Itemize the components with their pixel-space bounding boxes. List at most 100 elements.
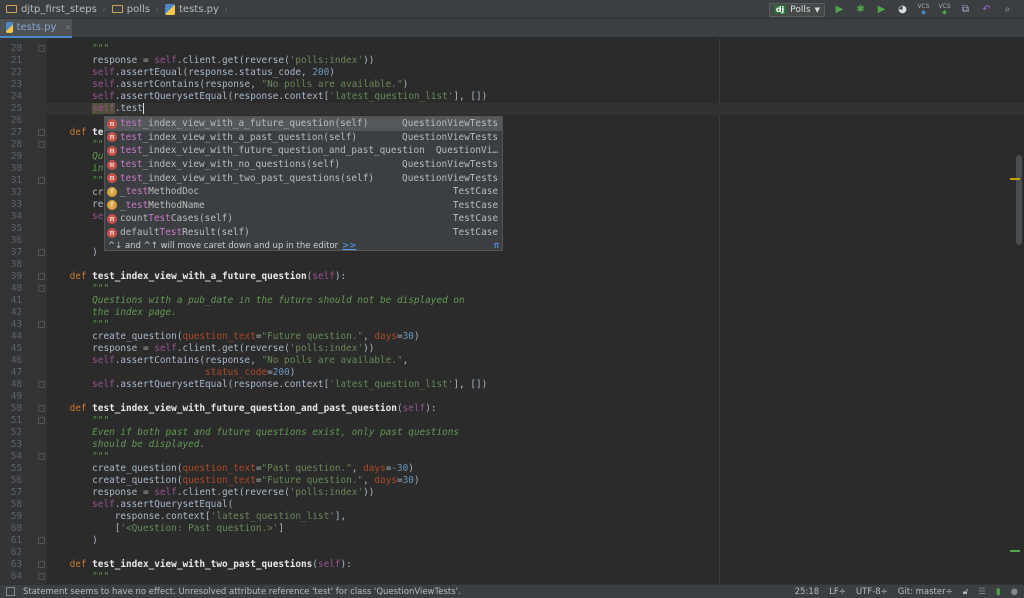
fold-marker-icon[interactable] xyxy=(38,561,45,568)
gutter[interactable]: 20 21 22 23 24 25 26 27 28 29 30 31 32 33 34 35 36 37 38 39… xyxy=(0,38,47,584)
code-token: def xyxy=(69,403,93,414)
item-match: test xyxy=(120,172,143,184)
fold-marker-icon[interactable] xyxy=(38,45,45,52)
line-number: 34 xyxy=(10,211,22,222)
completion-item[interactable]: f _ test MethodName TestCase xyxy=(105,199,502,213)
fold-marker-icon[interactable] xyxy=(38,537,45,544)
completion-item[interactable]: m test _index_view_with_a_past_question(se… xyxy=(105,131,502,145)
fold-marker-icon[interactable] xyxy=(38,381,45,388)
code-token: ) xyxy=(408,463,414,474)
line-separator[interactable]: LF÷ xyxy=(829,587,846,597)
hint-link[interactable]: >> xyxy=(342,241,356,251)
close-icon[interactable]: × xyxy=(64,23,72,33)
code-line[interactable]: self.assertContains(response, "No polls … xyxy=(47,355,1024,367)
debug-icon[interactable]: ✱ xyxy=(854,3,867,16)
warning-marker[interactable] xyxy=(1010,178,1020,180)
encoding[interactable]: UTF-8÷ xyxy=(856,587,888,597)
code-line[interactable]: should be displayed. xyxy=(47,439,1024,451)
code-token: '<Question: Past question.>' xyxy=(120,523,279,534)
code-line[interactable]: """ xyxy=(47,43,1024,55)
code-line[interactable] xyxy=(47,547,1024,559)
code-line[interactable]: response = self.client.get(reverse('poll… xyxy=(47,487,1024,499)
code-token: 'polls:index' xyxy=(289,55,364,66)
revert-icon[interactable]: ↶ xyxy=(980,3,993,16)
event-log-icon[interactable]: ▮ xyxy=(996,587,1001,597)
breadcrumb-file[interactable]: tests.py › xyxy=(159,3,228,15)
code-line[interactable]: response = self.client.get(reverse('poll… xyxy=(47,343,1024,355)
compare-icon[interactable]: ⧉ xyxy=(959,3,972,16)
completion-item[interactable]: m test _index_view_with_a_future_question(… xyxy=(105,117,502,131)
completion-item[interactable]: m default Test Result(self) TestCase xyxy=(105,226,502,240)
code-line[interactable]: self.assertContains(response, "No polls … xyxy=(47,79,1024,91)
vcs-commit-icon[interactable]: VCS ◆ xyxy=(938,3,951,16)
breadcrumb-polls[interactable]: polls › xyxy=(106,4,159,15)
code-token: ) xyxy=(47,247,98,258)
fold-marker-icon[interactable] xyxy=(38,129,45,136)
notification-icon[interactable]: ● xyxy=(1011,587,1018,597)
code-token: )) xyxy=(363,55,375,66)
fold-marker-icon[interactable] xyxy=(38,405,45,412)
code-line[interactable]: self.assertQuerysetEqual(response.contex… xyxy=(47,91,1024,103)
fold-marker-icon[interactable] xyxy=(38,417,45,424)
vcs-update-icon[interactable]: VCS ◆ xyxy=(917,3,930,16)
django-icon: dj xyxy=(773,5,787,14)
code-line[interactable]: the index page. xyxy=(47,307,1024,319)
code-line[interactable]: create_question(question_text="Future qu… xyxy=(47,331,1024,343)
code-line[interactable]: Questions with a pub_date in the future … xyxy=(47,295,1024,307)
code-line[interactable]: response.context['latest_question_list']… xyxy=(47,511,1024,523)
code-line[interactable]: ['<Question: Past question.>'] xyxy=(47,523,1024,535)
line-number: 62 xyxy=(10,547,22,558)
fold-marker-icon[interactable] xyxy=(38,249,45,256)
ok-marker[interactable] xyxy=(1010,550,1020,552)
code-line[interactable]: self.assertEqual(response.status_code, 2… xyxy=(47,67,1024,79)
fold-marker-icon[interactable] xyxy=(38,453,45,460)
caret-position[interactable]: 25:18 xyxy=(795,587,820,597)
code-line[interactable]: self.assertQuerysetEqual(response.contex… xyxy=(47,379,1024,391)
fold-marker-icon[interactable] xyxy=(38,321,45,328)
tab-tests-py[interactable]: tests.py × xyxy=(0,19,72,38)
code-line[interactable]: ) xyxy=(47,535,1024,547)
code-line[interactable]: self.test xyxy=(47,103,1024,115)
fold-marker-icon[interactable] xyxy=(38,273,45,280)
run-config-select[interactable]: dj Polls ▼ xyxy=(768,2,825,17)
code-line[interactable]: status_code=200) xyxy=(47,367,1024,379)
code-line[interactable]: """ xyxy=(47,319,1024,331)
scrollbar-thumb[interactable] xyxy=(1016,155,1022,245)
item-match: test xyxy=(120,145,143,157)
completion-item[interactable]: m test _index_view_with_future_question_an… xyxy=(105,144,502,158)
code-line[interactable]: create_question(question_text="Future qu… xyxy=(47,475,1024,487)
code-line[interactable]: """ xyxy=(47,283,1024,295)
completion-item[interactable]: m test _index_view_with_no_questions(self)… xyxy=(105,158,502,172)
fold-marker-icon[interactable] xyxy=(38,573,45,580)
code-line[interactable]: """ xyxy=(47,415,1024,427)
run-icon[interactable]: ▶ xyxy=(833,3,846,16)
vcs-branch[interactable]: Git: master÷ xyxy=(898,587,953,597)
completion-item[interactable]: m test _index_view_with_two_past_questions… xyxy=(105,171,502,185)
completion-item[interactable]: m count Test Cases(self) TestCase xyxy=(105,212,502,226)
completion-item[interactable]: f _ test MethodDoc TestCase xyxy=(105,185,502,199)
search-icon[interactable]: ⌕ xyxy=(1001,3,1014,16)
lock-icon[interactable]: 🔓︎ xyxy=(963,587,969,597)
field-icon: f xyxy=(107,200,117,211)
pi-icon[interactable]: π xyxy=(494,241,499,251)
code-line[interactable]: response = self.client.get(reverse('poll… xyxy=(47,55,1024,67)
coverage-icon[interactable]: ▶ xyxy=(875,3,888,16)
profile-icon[interactable]: ◕ xyxy=(896,3,909,16)
tool-windows-icon[interactable] xyxy=(6,587,15,596)
code-line[interactable]: """ xyxy=(47,451,1024,463)
code-line[interactable]: create_question(question_text="Past ques… xyxy=(47,463,1024,475)
inspector-icon[interactable]: ☰ xyxy=(978,587,986,597)
fold-marker-icon[interactable] xyxy=(38,285,45,292)
code-line[interactable]: self.assertQuerysetEqual( xyxy=(47,499,1024,511)
code-line[interactable] xyxy=(47,259,1024,271)
code-line[interactable] xyxy=(47,391,1024,403)
code-line[interactable]: def test_index_view_with_a_future_questi… xyxy=(47,271,1024,283)
fold-marker-icon[interactable] xyxy=(38,177,45,184)
code-line[interactable]: """ xyxy=(47,571,1024,583)
breadcrumb-project[interactable]: djtp_first_steps › xyxy=(0,4,106,15)
code-line[interactable]: Even if both past and future questions e… xyxy=(47,427,1024,439)
code-line[interactable]: def test_index_view_with_future_question… xyxy=(47,403,1024,415)
code-line[interactable]: def test_index_view_with_two_past_questi… xyxy=(47,559,1024,571)
fold-marker-icon[interactable] xyxy=(38,141,45,148)
